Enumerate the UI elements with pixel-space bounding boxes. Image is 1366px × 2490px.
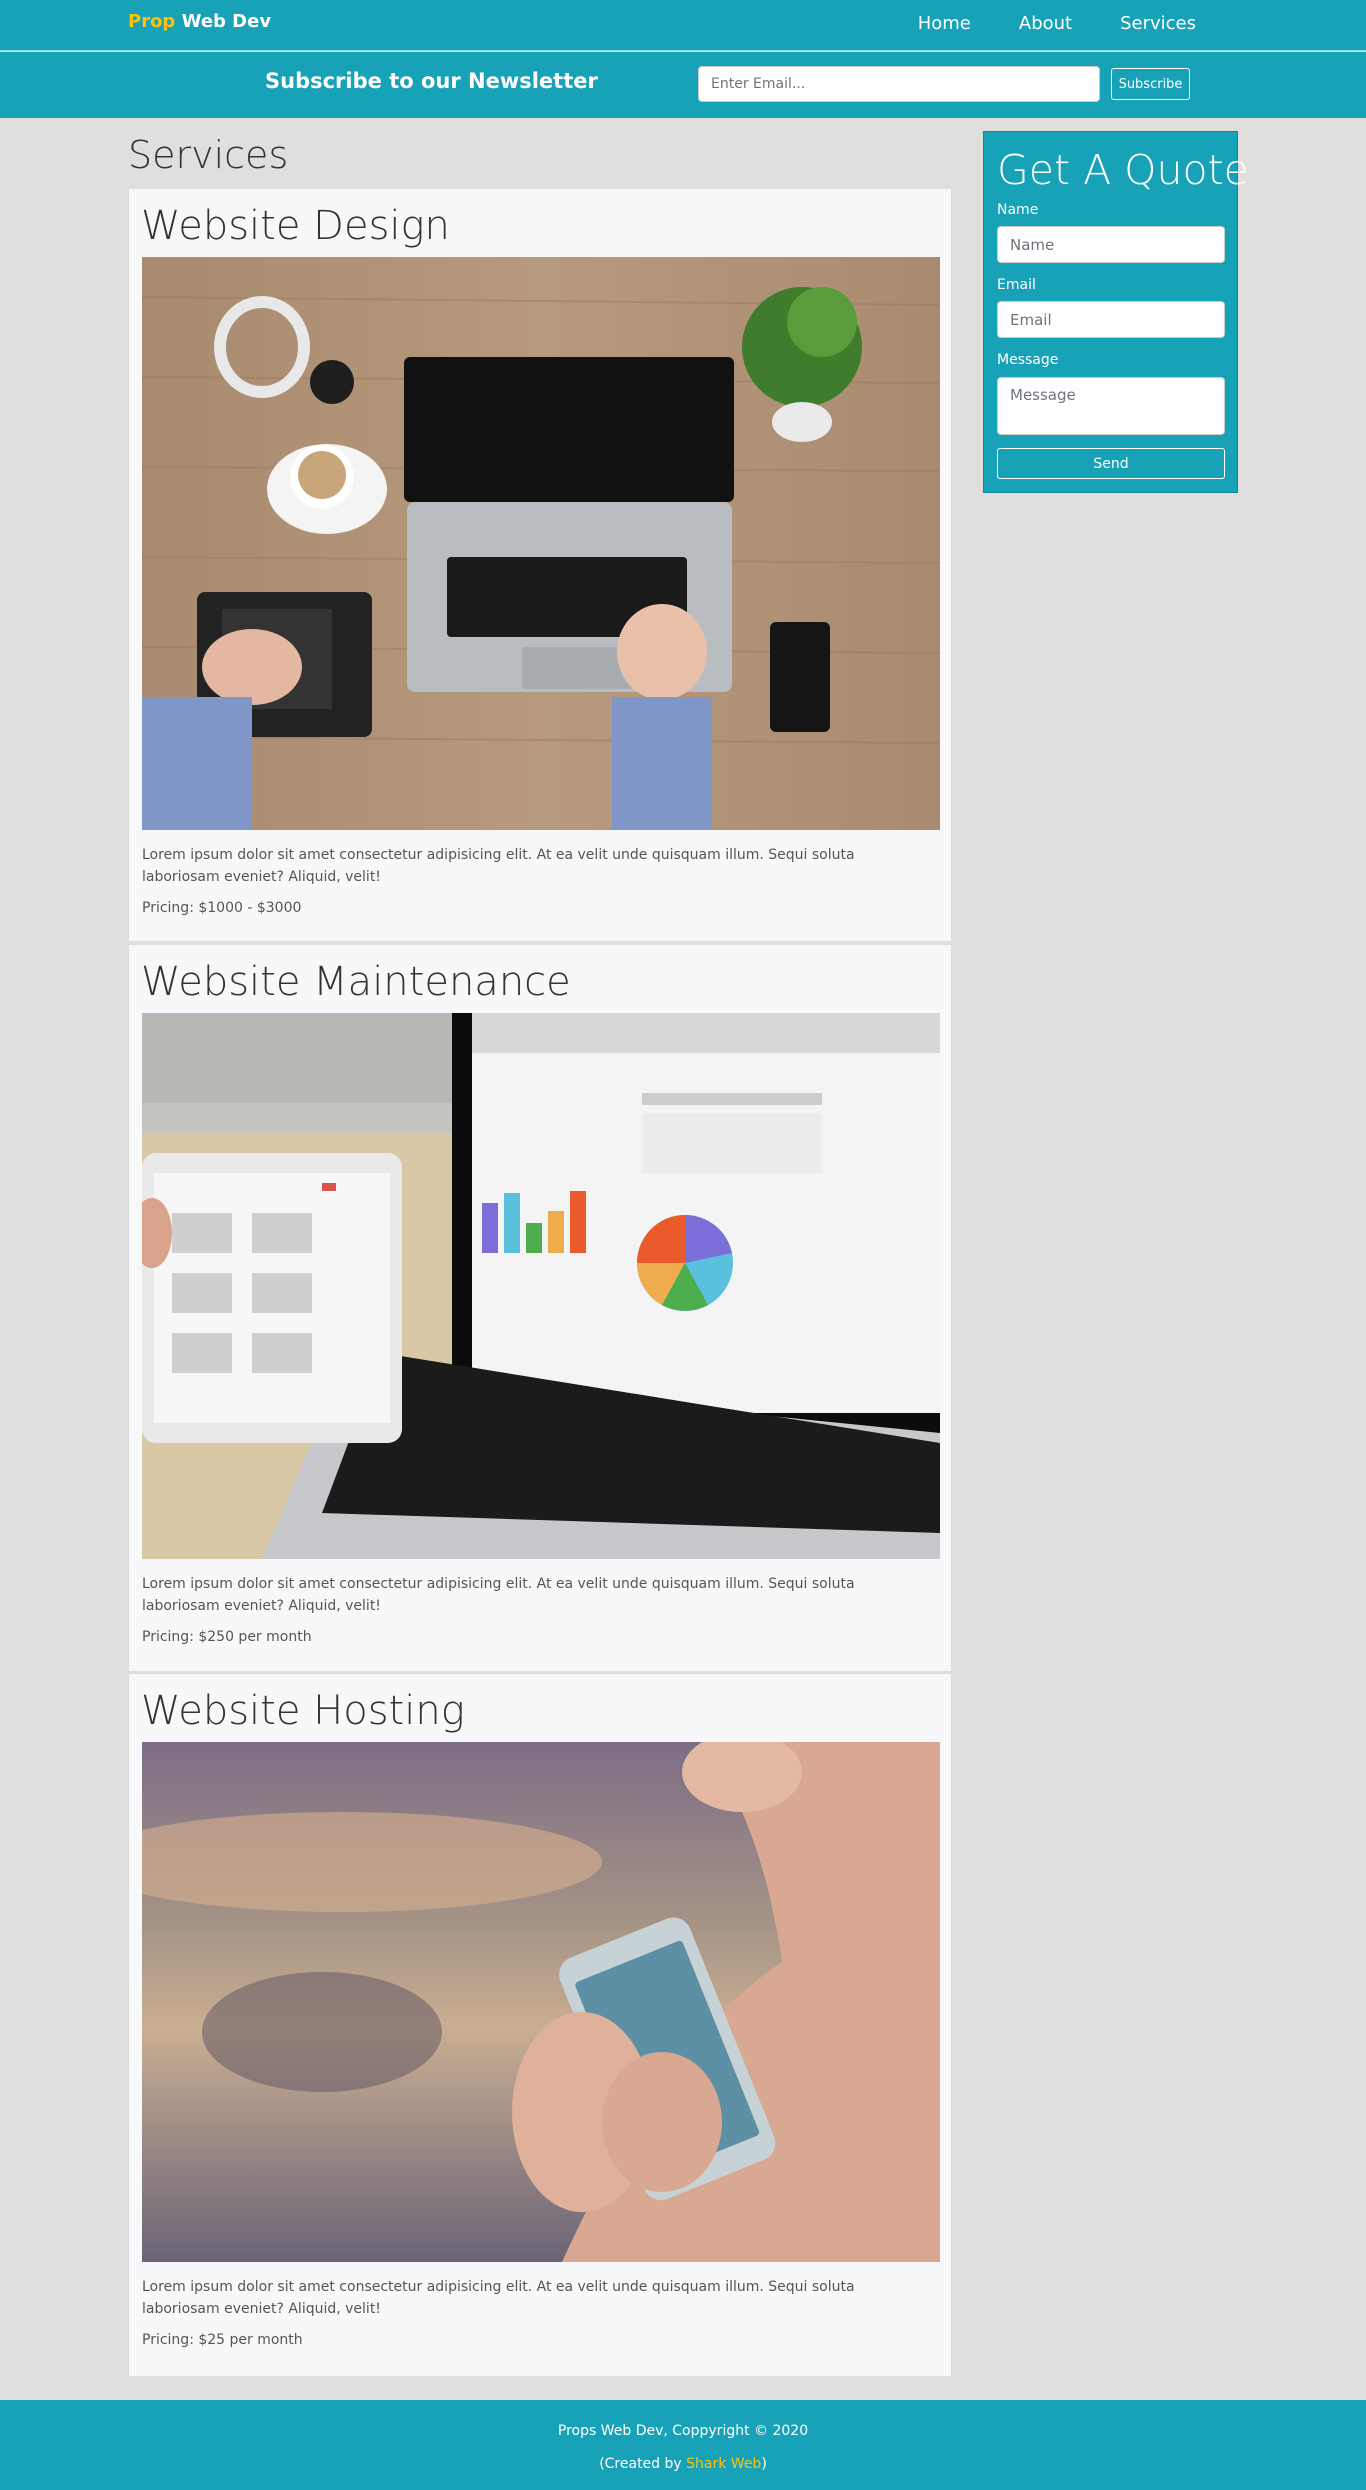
message-textarea[interactable] — [997, 377, 1225, 435]
footer-copyright: Props Web Dev, Coppyright © 2020 — [557, 2423, 809, 2439]
newsletter-bar: Subscribe to our Newsletter Subscribe — [0, 52, 1366, 118]
laptop-desk-photo — [142, 257, 940, 830]
card-description: Lorem ipsum dolor sit amet consectetur a… — [142, 1576, 855, 1614]
page-title: Services — [128, 133, 289, 177]
card-title: Website Hosting — [141, 1688, 465, 1734]
nav-link-services[interactable]: Services — [1120, 13, 1196, 34]
quote-form: Get A Quote Name Email Message Send — [983, 131, 1249, 493]
footer: Props Web Dev, Coppyright © 2020 (Create… — [0, 2400, 1366, 2490]
quote-title: Get A Quote — [997, 146, 1249, 194]
send-button[interactable]: Send — [997, 448, 1225, 479]
newsletter-email-input[interactable] — [698, 66, 1100, 102]
newsletter-title: Subscribe to our Newsletter — [265, 69, 598, 93]
message-label: Message — [997, 352, 1059, 368]
credit-prefix: (Created by — [599, 2456, 687, 2472]
service-card-maintenance: Website Maintenance Lorem ipsum dolor si… — [128, 944, 952, 1672]
card-description: Lorem ipsum dolor sit amet consectetur a… — [142, 847, 855, 885]
card-pricing: Pricing: $250 per month — [142, 1629, 312, 1645]
service-card-hosting: Website Hosting Lorem ipsum dolor sit am… — [128, 1673, 952, 2377]
credit-suffix: ) — [761, 2456, 767, 2472]
email-label: Email — [997, 277, 1036, 293]
service-card-design: Website Design Lorem ipsum dolor sit ame… — [128, 188, 952, 942]
brand-name: Web Dev — [181, 11, 272, 32]
subscribe-button[interactable]: Subscribe — [1111, 68, 1190, 100]
nav-links: Home About Services — [918, 13, 1196, 34]
email-input[interactable] — [997, 301, 1225, 338]
brand-logo[interactable]: Prop Web Dev — [128, 11, 271, 32]
card-title: Website Design — [141, 203, 450, 249]
hand-holding-phone-photo — [142, 1742, 940, 2262]
top-navbar: Prop Web Dev Home About Services — [0, 0, 1366, 51]
footer-credit: (Created by Shark Web) — [0, 2456, 1366, 2472]
nav-link-about[interactable]: About — [1019, 13, 1072, 34]
brand-highlight: Prop — [128, 11, 176, 32]
credit-link[interactable]: Shark Web — [686, 2456, 761, 2472]
card-pricing: Pricing: $1000 - $3000 — [142, 900, 302, 916]
card-pricing: Pricing: $25 per month — [142, 2332, 303, 2348]
laptop-tablet-charts-photo — [142, 1013, 940, 1559]
name-input[interactable] — [997, 226, 1225, 263]
card-title: Website Maintenance — [141, 959, 571, 1005]
nav-link-home[interactable]: Home — [918, 13, 971, 34]
name-label: Name — [997, 202, 1039, 218]
card-description: Lorem ipsum dolor sit amet consectetur a… — [142, 2279, 855, 2317]
